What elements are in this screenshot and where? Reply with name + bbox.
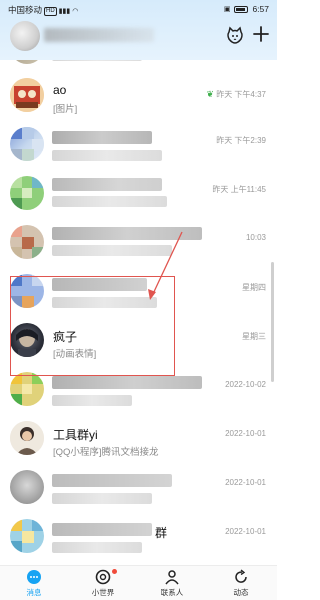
avatar xyxy=(10,225,44,259)
avatar xyxy=(10,372,44,406)
message-blurred xyxy=(52,150,162,161)
contacts-icon xyxy=(165,570,179,585)
conversation-time: ❦ 昨天 下午4:37 xyxy=(206,89,266,99)
bottom-tab-bar: 消息 小世界 联系人 动态 xyxy=(0,565,277,600)
tab-label: 小世界 xyxy=(91,588,115,597)
notification-dot xyxy=(112,569,117,574)
signal-icon: ▮▮▮ xyxy=(58,8,71,15)
conversation-name-visible-fragment: 群 xyxy=(155,526,168,540)
conversation-time: 昨天 上午11:45 xyxy=(212,185,266,194)
conversation-time: 2022-10-02 xyxy=(225,380,266,389)
conversation-time: 星期三 xyxy=(242,332,266,341)
conversation-time: 10:03 xyxy=(245,233,266,242)
top-header: 中国移动 HD ▮▮▮ ◠ ▣ 6:57 xyxy=(0,0,277,60)
carrier-name: 中国移动 xyxy=(8,5,43,15)
avatar xyxy=(10,60,44,64)
name-blurred xyxy=(52,376,202,389)
conversation-time: 星期四 xyxy=(242,283,266,292)
tab-feed[interactable]: 动态 xyxy=(211,569,271,598)
conversation-name: 工具群yi xyxy=(53,428,98,442)
annotation-highlight-box xyxy=(10,276,175,376)
avatar xyxy=(10,127,44,161)
name-blurred xyxy=(52,178,162,191)
message-blurred xyxy=(52,245,172,256)
avatar[interactable] xyxy=(10,21,40,51)
conversation-name: ao xyxy=(53,83,67,97)
status-right: ▣ 6:57 xyxy=(224,4,269,14)
name-blurred xyxy=(52,523,152,536)
tab-label: 动态 xyxy=(233,588,249,597)
refresh-icon xyxy=(235,569,247,583)
scrollbar[interactable] xyxy=(271,262,274,382)
conversation-time: 2022-10-01 xyxy=(225,429,266,438)
clock: 6:57 xyxy=(252,4,269,14)
avatar xyxy=(10,78,44,112)
name-blurred xyxy=(52,227,202,240)
conversation-preview: [图片] xyxy=(53,104,78,115)
message-blurred xyxy=(52,542,142,553)
avatar xyxy=(10,470,44,504)
tab-messages[interactable]: 消息 xyxy=(4,569,64,598)
tab-label: 联系人 xyxy=(160,588,184,597)
conversation-time: 昨天 下午2:39 xyxy=(216,136,266,145)
message-blurred xyxy=(52,60,142,61)
message-blurred xyxy=(52,493,152,504)
conversation-time: 2022-10-01 xyxy=(225,478,266,487)
hd-badge: HD xyxy=(44,7,57,16)
tab-contacts[interactable]: 联系人 xyxy=(142,569,202,598)
tab-world[interactable]: 小世界 xyxy=(73,569,133,598)
name-blurred xyxy=(52,474,172,487)
name-blurred xyxy=(52,131,152,144)
sprout-icon: ❦ xyxy=(206,89,214,99)
tab-label: 消息 xyxy=(26,588,42,597)
screenshot-icon: ▣ xyxy=(223,6,231,13)
status-bar: 中国移动 HD ▮▮▮ ◠ ▣ 6:57 xyxy=(0,0,277,18)
message-blurred xyxy=(52,196,167,207)
profile-name-blurred xyxy=(44,28,154,42)
avatar xyxy=(10,519,44,553)
message-icon xyxy=(27,570,41,584)
world-icon xyxy=(95,569,111,585)
conversation-time: 2022-10-01 xyxy=(225,527,266,536)
conversation-preview: [QQ小程序]腾讯文档接龙 xyxy=(53,447,159,458)
avatar xyxy=(10,421,44,455)
wifi-icon: ◠ xyxy=(72,8,79,15)
message-blurred xyxy=(52,395,132,406)
carrier-info: 中国移动 HD ▮▮▮ ◠ xyxy=(8,4,78,16)
pet-icon[interactable] xyxy=(225,25,245,45)
list-item[interactable]: 群 2022-10-01 xyxy=(0,509,277,565)
battery-icon xyxy=(234,5,249,13)
add-icon[interactable] xyxy=(252,25,270,43)
avatar xyxy=(10,176,44,210)
